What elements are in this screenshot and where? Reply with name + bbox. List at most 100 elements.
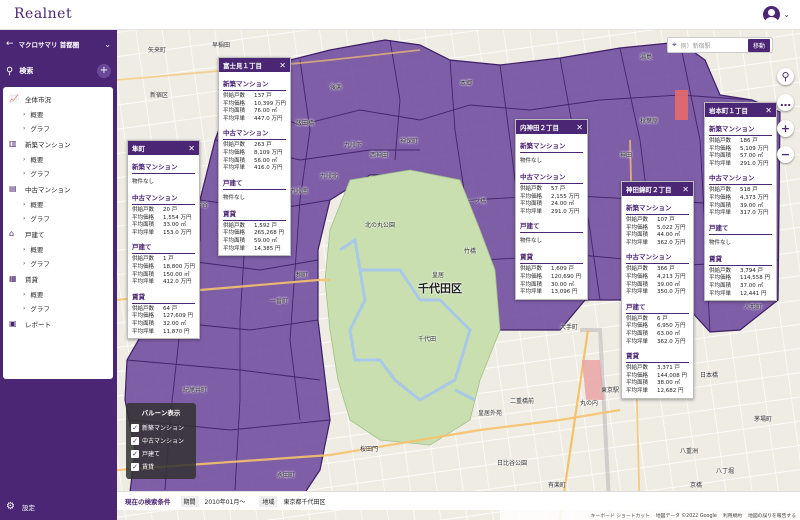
stat-label: 平均坪単 [132,328,155,335]
stat-value: 63.00 ㎡ [657,330,680,337]
avatar-icon[interactable] [763,6,781,23]
stat-label: 平均価格 [709,275,732,282]
menu-sub-item[interactable]: › グラフ [3,121,113,135]
stat-label: 平均価格 [132,313,155,320]
menu-sub-item[interactable]: › 概要 [3,242,113,256]
stat-value: 20 戸 [163,207,178,213]
sidebar: ← マクロサマリ 首都圏 ⌄ ⚲ 検索 + 📈 全体市況 › 概要 › グラフ ▥ 新築マンシ… [0,30,117,520]
popup-section-title: 戸建て [626,297,689,314]
map-place-label: 皇居外苑 [478,410,503,417]
stat-row: 平均坪単 447.0 万円 [223,116,286,124]
map-search-button[interactable]: 移動 [747,38,770,52]
close-icon[interactable]: ✕ [279,61,286,70]
stat-value: 12,441 円 [740,290,767,297]
popup-section-title: 中古マンション [223,123,286,141]
balloon-checkbox[interactable]: ✓ 賃貸 [131,460,191,473]
popup-section-title: 賃貸 [626,346,689,364]
menu-section-3[interactable]: ⌂ 戸建て [3,225,113,242]
checkbox-checked-icon[interactable]: ✓ [131,449,139,458]
user-menu[interactable]: ⌄ [763,6,790,23]
menu-sub-label: グラフ [30,305,50,313]
chevron-down-icon[interactable]: ⌄ [783,10,790,19]
menu-section-0[interactable]: 📈 全体市況 [3,90,113,107]
balloon-panel: バルーン表示 ✓ 新築マンション ✓ 中古マンション ✓ 戸建て ✓ 賃貸 [126,403,196,479]
speech-bubble-icon[interactable]: … [777,94,794,111]
chart-icon: 📈 [9,93,19,103]
map-layer-icon[interactable]: ⚲ [777,68,794,85]
menu-sub-label: 概要 [30,291,44,299]
gear-icon: ⚙ [6,501,15,512]
menu-section-2[interactable]: ▤ 中古マンション [3,180,113,197]
area-popup: 神田錦町２丁目 ✕ 新築マンション 供給戸数 107 戸平均価格 5,022 万円 平均面積… [621,181,694,399]
stat-value: 59.00 ㎡ [254,237,277,244]
stat-value: 3,371 戸 [657,365,680,372]
menu-sub-item[interactable]: › グラフ [3,166,113,180]
attribution-link[interactable]: 地図データ ©2022 Google [656,512,717,519]
checkbox-checked-icon[interactable]: ✓ [131,462,139,471]
chevron-down-icon[interactable]: ⌄ [104,40,111,49]
menu-sub-item[interactable]: › 概要 [3,287,113,301]
balloon-checkbox[interactable]: ✓ 新築マンション [131,421,191,434]
attribution-link[interactable]: キーボード ショートカット [591,512,650,519]
close-icon[interactable]: ✕ [682,185,689,194]
app-logo[interactable]: Realnet [14,6,72,22]
zoom-out-button[interactable]: − [777,146,794,163]
stat-row: 平均坪単 13,096 円 [520,289,583,297]
close-icon[interactable]: ✕ [188,144,195,153]
add-search-button[interactable]: + [97,64,111,78]
balloon-checkbox-label: 新築マンション [142,425,185,432]
stat-value: 263 戸 [254,142,272,149]
stat-row: 平均価格 114,558 円 [709,275,772,283]
checkbox-checked-icon[interactable]: ✓ [131,423,139,432]
zoom-in-button[interactable]: + [777,120,794,137]
stat-label: 平均価格 [626,323,649,330]
map-place-label: 早稲田 [212,42,231,49]
menu-sub-item[interactable]: › 概要 [3,107,113,121]
search-row[interactable]: ⚲ 検索 + [0,58,117,84]
menu-report[interactable]: ▣ レポート [3,315,113,332]
menu-sub-item[interactable]: › 概要 [3,197,113,211]
stat-value: 24.00 ㎡ [551,201,574,208]
popup-title: 富士見１丁目 [223,62,262,70]
stat-label: 平均坪単 [626,338,649,345]
location-pin-icon: ⌖ [672,40,677,49]
map-place-label: 京橋 [690,482,703,489]
map-search-input[interactable]: 例）新宿駅 [681,41,711,50]
menu-sub-item[interactable]: › グラフ [3,256,113,270]
area-selector[interactable]: ← マクロサマリ 首都圏 ⌄ [0,30,117,58]
map-place-label: 神保町 [400,138,419,145]
menu-section-1[interactable]: ▥ 新築マンション [3,135,113,152]
stat-label: 平均坪単 [709,290,732,297]
back-arrow-icon[interactable]: ← [6,39,14,49]
close-icon[interactable]: ✕ [576,123,583,132]
popup-section-title: 中古マンション [132,188,195,205]
popup-title: 岩本町１丁目 [709,107,748,115]
menu-sub-item[interactable]: › グラフ [3,301,113,315]
stat-label: 供給戸数 [709,138,732,144]
attribution-link[interactable]: 地図の誤りを報告する [748,512,796,519]
stat-value: 362.0 万円 [657,338,686,345]
menu-sub-item[interactable]: › 概要 [3,152,113,166]
rental-icon: ▦ [9,273,17,283]
balloon-checkbox[interactable]: ✓ 戸建て [131,447,191,460]
map-place-label: 九段北 [320,173,339,180]
balloon-checkbox-list: ✓ 新築マンション ✓ 中古マンション ✓ 戸建て ✓ 賃貸 [131,421,191,473]
period-tag: 期間 [180,495,199,507]
menu-section-4[interactable]: ▦ 賃貸 [3,270,113,287]
close-icon[interactable]: ✕ [765,106,772,115]
map-search-box[interactable]: ⌖ 例）新宿駅 移動 [667,37,773,53]
balloon-checkbox[interactable]: ✓ 中古マンション [131,434,191,447]
stat-row: 供給戸数 186 戸 [709,138,772,146]
chevron-right-icon: › [23,245,26,253]
used-mansion-icon: ▤ [9,183,17,193]
map-place-label: 矢来町 [148,47,167,54]
chevron-right-icon: › [23,290,26,298]
checkbox-checked-icon[interactable]: ✓ [131,436,139,445]
stat-value: 76.00 ㎡ [254,108,277,115]
attribution-link[interactable]: 利用規約 [723,512,742,519]
settings-button[interactable]: ⚙ 設定 [6,501,35,512]
stat-row: 平均坪単 11,870 円 [132,329,195,337]
new-mansion-icon: ▥ [9,138,17,148]
menu-sub-item[interactable]: › グラフ [3,211,113,225]
stat-label: 平均価格 [709,194,732,201]
